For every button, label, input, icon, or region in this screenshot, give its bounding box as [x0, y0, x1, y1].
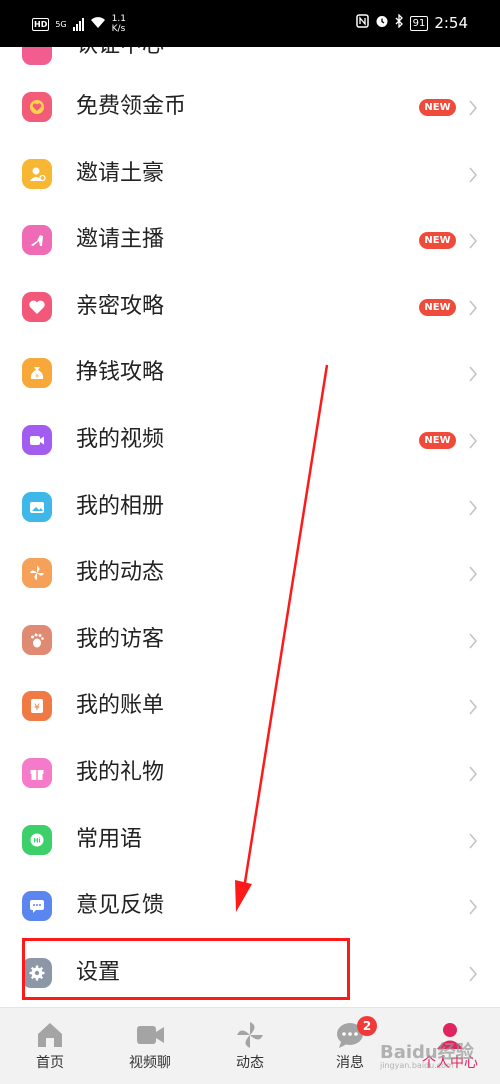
bill-icon: ¥	[22, 691, 52, 722]
menu-item[interactable]: 意见反馈	[0, 873, 500, 939]
menu-item-label: 我的动态	[76, 560, 165, 586]
menu-item[interactable]: ¥ 我的账单	[0, 673, 500, 739]
svg-text:¥: ¥	[35, 373, 39, 380]
status-bar: HD 5G 1.1 K/s 91 2:54	[0, 0, 500, 47]
chevron-right-icon	[469, 366, 478, 382]
menu-item-label: 邀请主播	[76, 227, 165, 253]
home-icon	[38, 1023, 62, 1047]
speed-unit: K/s	[111, 24, 126, 34]
menu-item[interactable]: 我的访客	[0, 607, 500, 673]
signal-type: 5G	[55, 19, 67, 29]
chevron-right-icon	[469, 167, 478, 183]
wifi-icon	[90, 16, 106, 32]
menu-item-label: 邀请土豪	[76, 160, 165, 186]
new-badge: NEW	[419, 232, 456, 250]
menu-item[interactable]: 我的视频 NEW	[0, 407, 500, 473]
footprint-icon	[22, 624, 52, 655]
menu-item-label: 常用语	[76, 826, 143, 852]
video-chat-icon	[137, 1026, 164, 1044]
chevron-right-icon	[469, 300, 478, 316]
new-badge: NEW	[419, 432, 456, 449]
hd-indicator: HD	[32, 17, 50, 31]
menu-item[interactable]: ¥ 挣钱攻略	[0, 340, 500, 406]
tab-label: 动态	[236, 1055, 264, 1071]
partial-menu-item[interactable]: 认证中心	[0, 47, 500, 67]
gift-icon	[22, 758, 52, 788]
menu-item[interactable]: 亲密攻略 NEW	[0, 274, 500, 340]
chevron-right-icon	[469, 500, 478, 516]
svg-text:Hi: Hi	[33, 837, 40, 844]
tab-home[interactable]: 首页	[5, 1008, 95, 1084]
chevron-right-icon	[469, 566, 478, 582]
menu-item[interactable]: 邀请主播 NEW	[0, 207, 500, 273]
tab-label: 首页	[36, 1055, 64, 1071]
alarm-icon	[375, 14, 389, 32]
invite-user-icon	[22, 158, 52, 189]
tab-moments[interactable]: 动态	[205, 1008, 295, 1084]
menu-item-label: 我的访客	[76, 626, 165, 652]
menu-item-label: 挣钱攻略	[76, 360, 165, 386]
new-badge: NEW	[419, 99, 456, 116]
signal-icon	[72, 17, 84, 31]
chevron-right-icon	[469, 766, 478, 782]
chevron-right-icon	[469, 899, 478, 915]
nfc-icon	[355, 14, 369, 32]
photo-album-icon	[22, 491, 52, 522]
high-heel-icon	[22, 225, 52, 256]
annotation-highlight-box	[22, 938, 350, 1000]
menu-item-label: 免费领金币	[76, 94, 187, 119]
quick-reply-icon: Hi	[22, 824, 52, 855]
menu-item-label: 我的账单	[76, 693, 165, 719]
pinwheel-icon	[22, 558, 52, 589]
tab-video-chat[interactable]: 视频聊	[105, 1008, 195, 1084]
svg-text:¥: ¥	[34, 703, 40, 713]
chevron-right-icon	[469, 233, 478, 249]
new-badge: NEW	[419, 298, 456, 316]
speed-value: 1.1	[111, 14, 126, 24]
menu-item-label: 亲密攻略	[76, 293, 165, 319]
chevron-right-icon	[469, 833, 478, 849]
video-camera-icon	[22, 425, 52, 455]
feedback-icon	[22, 891, 52, 922]
certification-icon	[22, 47, 52, 65]
menu-item[interactable]: 邀请土豪	[0, 141, 500, 207]
chevron-right-icon	[469, 100, 478, 116]
menu-item[interactable]: 我的礼物	[0, 740, 500, 806]
coin-icon	[22, 92, 52, 122]
menu-item-label: 我的视频	[76, 427, 165, 452]
clock: 2:54	[434, 14, 468, 32]
bluetooth-icon	[395, 13, 404, 32]
menu-item[interactable]: 我的相册	[0, 474, 500, 540]
tab-label: 视频聊	[129, 1055, 171, 1071]
battery-indicator: 91	[409, 15, 429, 31]
heart-icon	[22, 291, 52, 322]
pinwheel-icon	[237, 1022, 263, 1048]
menu-item-label: 意见反馈	[76, 893, 165, 919]
chevron-right-icon	[469, 966, 478, 982]
chevron-right-icon	[469, 633, 478, 649]
network-speed: 1.1 K/s	[112, 14, 126, 34]
money-bag-icon: ¥	[22, 358, 52, 389]
menu-item[interactable]: Hi 常用语	[0, 807, 500, 873]
menu-item-label: 我的礼物	[76, 760, 165, 785]
menu-item[interactable]: 免费领金币 NEW	[0, 74, 500, 140]
menu-item[interactable]: 我的动态	[0, 540, 500, 606]
unread-badge: 2	[357, 1016, 377, 1036]
watermark-url: jingyan.baidu.com	[380, 1061, 454, 1070]
chevron-right-icon	[469, 699, 478, 715]
menu-item-label: 我的相册	[76, 493, 165, 519]
chevron-right-icon	[469, 433, 478, 449]
partial-item-label: 认证中心	[76, 47, 164, 61]
